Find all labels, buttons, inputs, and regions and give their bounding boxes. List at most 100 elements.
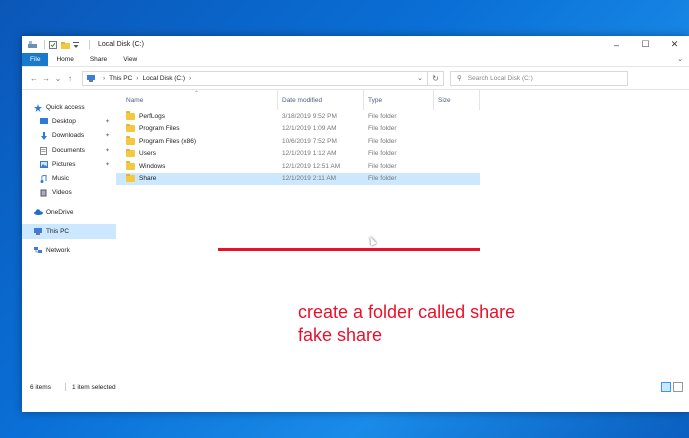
new-folder-icon[interactable]: [61, 41, 70, 49]
address-dropdown-icon[interactable]: ⌄: [417, 74, 423, 82]
music-note-icon: [40, 174, 48, 184]
folder-icon: [126, 148, 135, 158]
title-bar: Local Disk (C:) – ☐ ✕: [22, 36, 689, 53]
column-header-size[interactable]: Size: [434, 90, 480, 110]
search-icon: ⚲: [457, 75, 462, 82]
file-type: File folder: [368, 175, 397, 183]
network-icon: [34, 247, 42, 254]
file-name: Share: [139, 175, 157, 183]
ribbon-tabs: File Home Share View ⌄: [22, 53, 689, 66]
file-date: 12/1/2019 12:51 AM: [282, 162, 341, 170]
nav-desktop[interactable]: Desktop ✦: [22, 114, 116, 128]
folder-icon: [126, 173, 135, 183]
pin-icon: ✦: [104, 161, 110, 168]
close-button[interactable]: ✕: [660, 36, 689, 53]
customize-quick-access-icon[interactable]: [73, 41, 81, 48]
file-row-users[interactable]: Users 12/1/2019 1:12 AM File folder: [116, 148, 480, 161]
explorer-window: Local Disk (C:) – ☐ ✕ File Home Share Vi…: [22, 36, 689, 412]
file-row-windows[interactable]: Windows 12/1/2019 12:51 AM File folder: [116, 160, 480, 173]
videos-icon: [40, 189, 48, 197]
nav-pictures[interactable]: Pictures ✦: [22, 157, 116, 171]
body-area: Quick access Desktop ✦ Downloads ✦ Docum…: [22, 90, 689, 381]
details-view-icon[interactable]: [661, 382, 671, 392]
annotation-text: create a folder called share fake share: [298, 301, 515, 347]
file-type: File folder: [368, 125, 397, 133]
navigation-pane: Quick access Desktop ✦ Downloads ✦ Docum…: [22, 90, 116, 381]
search-placeholder: Search Local Disk (C:): [467, 74, 533, 82]
pin-icon: ✦: [104, 133, 110, 140]
status-separator: [64, 383, 66, 391]
file-date: 12/1/2019 1:12 AM: [282, 150, 337, 158]
nav-documents-label: Documents: [52, 146, 85, 154]
sort-ascending-icon: ⌃: [194, 91, 200, 97]
forward-arrow-icon[interactable]: →: [40, 74, 52, 83]
folder-icon: [126, 136, 135, 145]
star-icon: [34, 103, 42, 112]
address-bar[interactable]: › This PC › Local Disk (C:) › ⌄: [82, 70, 428, 86]
tab-file[interactable]: File: [22, 53, 49, 66]
file-row-program-files[interactable]: Program Files 12/1/2019 1:09 AM File fol…: [116, 123, 480, 136]
column-header-type[interactable]: Type: [364, 90, 434, 110]
nav-pictures-label: Pictures: [52, 160, 76, 168]
breadcrumb-separator-icon: ›: [189, 74, 192, 82]
file-list: ⌃ Name Date modified Type Size PerfLogs …: [116, 90, 689, 381]
column-header-date[interactable]: Date modified: [278, 90, 364, 110]
large-icons-view-icon[interactable]: [673, 382, 683, 392]
file-date: 3/18/2019 9:52 PM: [282, 112, 337, 120]
recent-locations-chevron-icon[interactable]: ⌄: [52, 74, 64, 83]
nav-this-pc-label: This PC: [46, 228, 70, 236]
minimize-button[interactable]: –: [602, 36, 631, 53]
file-name: Program Files: [139, 125, 180, 133]
folder-icon: [126, 111, 135, 120]
file-row-share[interactable]: Share 12/1/2019 2:11 AM File folder: [116, 172, 480, 185]
this-pc-icon: [34, 228, 42, 236]
expand-ribbon-icon[interactable]: ⌄: [677, 55, 683, 63]
annotation-underline: [218, 248, 480, 251]
nav-downloads[interactable]: Downloads ✦: [22, 129, 116, 143]
column-header-name[interactable]: Name: [122, 90, 278, 110]
file-name: Windows: [139, 162, 166, 170]
breadcrumb-separator-icon: ›: [103, 74, 106, 82]
selection-count: 1 item selected: [71, 383, 116, 391]
nav-network[interactable]: Network: [22, 244, 116, 258]
nav-network-label: Network: [46, 247, 70, 255]
search-box[interactable]: ⚲ Search Local Disk (C:): [450, 70, 628, 86]
properties-icon[interactable]: [49, 41, 57, 49]
back-arrow-icon[interactable]: ←: [28, 74, 40, 83]
nav-downloads-label: Downloads: [52, 132, 85, 140]
breadcrumb-local-disk[interactable]: Local Disk (C:): [142, 75, 185, 82]
file-date: 10/6/2019 7:52 PM: [282, 137, 337, 145]
folder-icon: [126, 161, 135, 170]
tab-share[interactable]: Share: [82, 53, 115, 66]
nav-videos[interactable]: Videos: [22, 186, 116, 200]
annotation-line-2: fake share: [298, 325, 383, 345]
nav-videos-label: Videos: [52, 189, 72, 197]
nav-documents[interactable]: Documents ✦: [22, 143, 116, 157]
desktop-icon: [40, 117, 48, 125]
download-arrow-icon: [40, 132, 48, 141]
nav-this-pc[interactable]: This PC: [22, 224, 116, 239]
maximize-button[interactable]: ☐: [631, 36, 660, 53]
up-arrow-icon[interactable]: ↑: [64, 74, 76, 83]
breadcrumb-this-pc[interactable]: This PC: [109, 75, 132, 82]
window-title: Local Disk (C:): [98, 41, 144, 48]
status-bar: 6 items 1 item selected: [22, 381, 689, 393]
nav-music[interactable]: Music: [22, 171, 116, 185]
documents-icon: [40, 146, 48, 155]
file-type: File folder: [368, 137, 397, 145]
refresh-icon[interactable]: ↻: [428, 70, 444, 86]
this-pc-icon: [87, 74, 95, 82]
nav-quick-access[interactable]: Quick access: [22, 100, 116, 114]
cloud-icon: [34, 209, 43, 216]
nav-music-label: Music: [52, 175, 69, 183]
tab-home[interactable]: Home: [48, 53, 81, 66]
address-row: ← → ⌄ ↑ › This PC › Local Disk (C:) › ⌄ …: [22, 66, 689, 90]
window-controls: – ☐ ✕: [602, 36, 689, 53]
nav-desktop-label: Desktop: [52, 117, 76, 125]
file-row-program-files-x86[interactable]: Program Files (x86) 10/6/2019 7:52 PM Fi…: [116, 135, 480, 148]
nav-onedrive[interactable]: OneDrive: [22, 205, 116, 219]
annotation-line-1: create a folder called share: [298, 302, 516, 322]
column-headers: ⌃ Name Date modified Type Size: [116, 90, 689, 110]
file-row-perflogs[interactable]: PerfLogs 3/18/2019 9:52 PM File folder: [116, 110, 480, 123]
tab-view[interactable]: View: [115, 53, 145, 66]
